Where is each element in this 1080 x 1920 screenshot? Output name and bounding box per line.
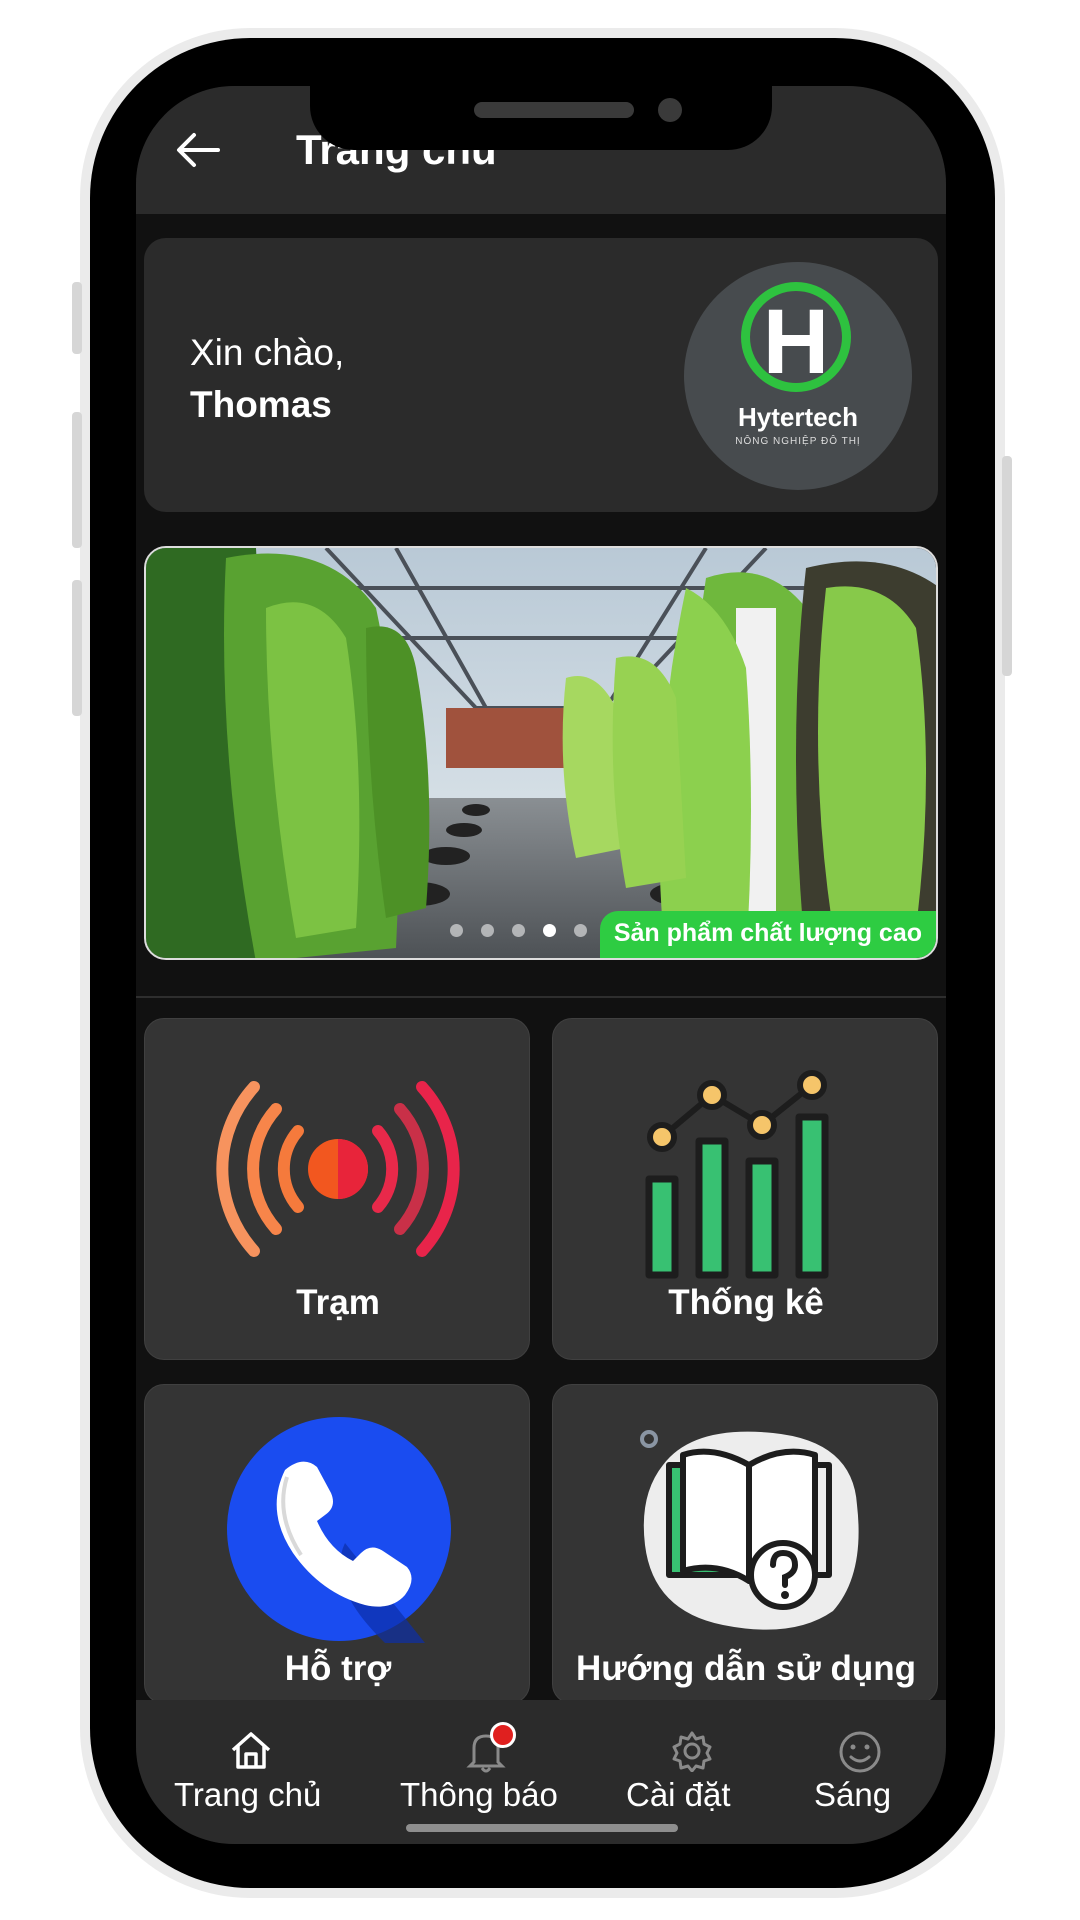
greenhouse-photo [146,548,936,958]
tile-label: Thống kê [668,1283,824,1322]
greeting-card: Xin chào, Thomas H Hytertech NÔNG NGHIỆP… [144,238,938,512]
tile-label: Trạm [296,1283,380,1322]
side-button-volume-up [72,412,82,548]
carousel-dot[interactable] [481,924,494,937]
bottom-navigation: Trang chủ Thông báo Cài đặt Sáng [136,1700,946,1844]
nav-item-settings[interactable]: Cài đặt [616,1700,766,1844]
side-button-silent [72,282,82,354]
carousel-dot-active[interactable] [543,924,556,937]
greeting-text: Xin chào, [190,332,345,373]
tile-label: Hỗ trợ [284,1649,392,1688]
speaker [474,102,634,118]
side-button-power [1002,456,1012,676]
carousel-dots [450,924,587,937]
carousel-dot[interactable] [574,924,587,937]
tile-station[interactable]: Trạm [144,1018,530,1360]
nav-item-theme[interactable]: Sáng [806,1700,926,1844]
smile-icon [839,1731,881,1773]
divider [136,996,946,998]
nav-label: Thông báo [400,1776,558,1813]
carousel-dot[interactable] [512,924,525,937]
tile-label: Hướng dẫn sử dụng [576,1649,916,1688]
home-icon [231,1732,271,1769]
notification-badge [490,1722,516,1748]
logo-letter: H [762,291,830,393]
logo-ring: H [741,282,851,393]
tile-statistics[interactable]: Thống kê [552,1018,938,1360]
logo-name: Hytertech [738,402,858,432]
nav-label: Trang chủ [174,1776,322,1813]
nav-item-home[interactable]: Trang chủ [166,1700,336,1844]
screen: Trang chủ Xin chào, Thomas H Hytertech N… [136,86,946,1844]
tile-user-guide[interactable]: Hướng dẫn sử dụng [552,1384,938,1704]
camera [658,98,682,122]
nav-label: Sáng [814,1776,892,1813]
radar-signal-icon [216,1081,460,1257]
logo-tagline: NÔNG NGHIỆP ĐÔ THỊ [735,436,861,447]
nav-label: Cài đặt [626,1776,731,1813]
side-button-volume-down [72,580,82,716]
user-name: Thomas [190,384,332,425]
nav-item-notifications[interactable]: Thông báo [396,1700,576,1844]
notch [310,86,772,150]
carousel-dot[interactable] [450,924,463,937]
banner-caption: Sản phẩm chất lượng cao [599,911,936,958]
bar-chart-icon [645,1070,829,1279]
company-logo: H Hytertech NÔNG NGHIỆP ĐÔ THỊ [684,262,912,490]
book-question-icon [640,1430,859,1630]
banner-carousel[interactable]: Sản phẩm chất lượng cao [144,546,938,960]
back-arrow-icon[interactable] [174,130,222,170]
tile-support[interactable]: Hỗ trợ [144,1384,530,1704]
phone-icon [227,1417,451,1643]
home-indicator [406,1824,678,1832]
gear-icon [672,1731,712,1772]
